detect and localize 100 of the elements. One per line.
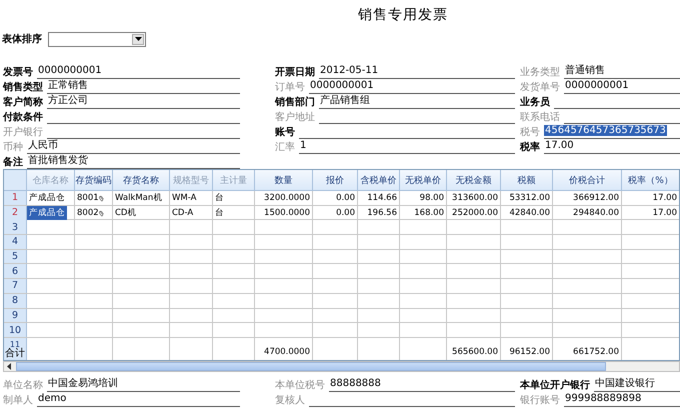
column-header: 存货编码 <box>75 170 113 190</box>
total-cell: 661752.00 <box>573 346 619 358</box>
input-field[interactable]: 0000000001 <box>309 80 515 94</box>
input-field[interactable]: 17.00 <box>544 140 680 154</box>
column-header: 存货名称 <box>113 170 170 190</box>
field-label: 单位名称 <box>3 380 43 392</box>
column-header: 无税单价 <box>400 170 447 190</box>
table-cell: CD-A <box>172 206 194 219</box>
field-label: 发货单号 <box>520 82 560 94</box>
column-header: 仓库名称 <box>27 170 75 190</box>
row-number[interactable]: 6 <box>4 264 27 278</box>
field-label: 本单位开户银行 <box>520 380 590 392</box>
row-number[interactable]: 2 <box>4 206 27 220</box>
table-cell: 3200.0000 <box>264 192 310 204</box>
column-header: 主计量 <box>213 170 255 190</box>
field-label: 制单人 <box>3 395 33 407</box>
input-field[interactable]: 中国建设银行 <box>594 378 680 392</box>
column-header: 无税金额 <box>447 170 501 190</box>
input-field[interactable]: 999988889898 <box>564 393 680 407</box>
row-number[interactable]: 3 <box>4 220 27 234</box>
table-cell: 台 <box>215 206 224 219</box>
field-label: 业务类型 <box>520 67 560 79</box>
input-field[interactable]: 0000000001 <box>564 80 680 94</box>
input-field[interactable]: 中国金易鸿培训 <box>47 378 240 392</box>
input-field[interactable]: 1 <box>299 140 515 154</box>
input-field[interactable]: 产品销售组 <box>319 95 515 109</box>
table-cell: 196.56 <box>367 206 397 219</box>
field-label: 联系电话 <box>520 112 560 124</box>
sort-label: 表体排序 <box>2 32 42 46</box>
column-header: 数量 <box>255 170 313 190</box>
field-label: 客户地址 <box>275 112 315 124</box>
table-cell: 366912.00 <box>573 192 619 204</box>
scrollbar-thumb[interactable] <box>16 362 606 371</box>
field-label: 发票号 <box>3 67 33 79</box>
table-cell: 产成品仓 <box>29 192 65 204</box>
table-cell: 53312.00 <box>509 192 550 204</box>
input-field[interactable]: 0000000001 <box>37 65 240 79</box>
row-number[interactable]: 4 <box>4 235 27 249</box>
field-label: 备注 <box>3 157 23 169</box>
table-cell: 313600.00 <box>452 192 498 204</box>
row-number[interactable]: 7 <box>4 279 27 293</box>
row-number[interactable]: 9 <box>4 308 27 322</box>
table-cell: 114.66 <box>367 192 397 204</box>
column-header: 含税单价 <box>358 170 400 190</box>
input-field[interactable]: demo <box>37 393 240 407</box>
field-label: 税率 <box>520 142 540 154</box>
column-header: 规格型号 <box>170 170 213 190</box>
table-cell: 8002 <box>77 206 99 219</box>
input-field[interactable]: 方正公司 <box>47 95 240 109</box>
field-label: 客户简称 <box>3 97 43 109</box>
table-cell: 252000.00 <box>452 206 498 219</box>
table-cell: CD机 <box>115 206 136 219</box>
field-label: 付款条件 <box>3 112 43 124</box>
input-field[interactable]: 普通销售 <box>564 65 680 79</box>
table-cell: 294840.00 <box>573 206 619 219</box>
field-label: 订单号 <box>275 82 305 94</box>
column-header: 报价 <box>313 170 358 190</box>
table-cell: 产成品仓 <box>27 206 67 220</box>
input-field[interactable]: 人民币 <box>27 140 240 154</box>
row-number[interactable]: 5 <box>4 250 27 264</box>
table-cell: 168.00 <box>414 206 444 219</box>
table-cell: 17.00 <box>652 206 677 219</box>
field-label: 本单位税号 <box>275 380 325 392</box>
table-cell: 0.00 <box>336 206 355 219</box>
table-cell: 台 <box>215 192 224 204</box>
total-cell: 4700.0000 <box>264 346 310 358</box>
field-label: 汇率 <box>275 142 295 154</box>
row-number[interactable]: 8 <box>4 294 27 308</box>
field-label: 开票日期 <box>275 67 315 79</box>
table-cell: 0.00 <box>336 192 355 204</box>
input-field[interactable]: 88888888 <box>329 378 515 392</box>
row-number[interactable]: 1 <box>4 191 27 205</box>
table-cell: 42840.00 <box>509 206 550 219</box>
window-title: 销售专用发票 <box>358 6 448 24</box>
scroll-left-icon[interactable] <box>7 363 12 370</box>
field-label: 币种 <box>3 142 23 154</box>
table-cell: 98.00 <box>420 192 444 204</box>
input-field[interactable]: 2012-05-11 <box>319 65 515 79</box>
sort-dropdown[interactable] <box>48 32 146 46</box>
row-number[interactable]: 10 <box>4 323 27 337</box>
total-label: 合计 <box>5 348 25 359</box>
total-cell: 96152.00 <box>509 346 550 358</box>
input-field[interactable]: 正常销售 <box>47 80 240 94</box>
column-header: 价税合计 <box>553 170 622 190</box>
column-header: 税率（%） <box>622 170 679 190</box>
field-label: 复核人 <box>275 395 305 407</box>
field-label: 银行账号 <box>520 395 560 407</box>
table-cell: 8001 <box>77 192 99 204</box>
total-cell: 565600.00 <box>452 346 498 358</box>
table-cell: WalkMan机 <box>115 192 162 204</box>
field-label: 业务员 <box>520 97 550 109</box>
field-label: 账号 <box>275 127 295 139</box>
field-label: 税号 <box>520 127 540 139</box>
field-label: 销售类型 <box>3 82 43 94</box>
input-field[interactable]: 首批销售发货 <box>27 155 240 169</box>
table-cell: WM-A <box>172 192 196 204</box>
horizontal-scrollbar[interactable] <box>3 361 680 372</box>
field-label: 销售部门 <box>275 97 315 109</box>
row-number[interactable]: 11 <box>10 341 20 348</box>
column-header: 税额 <box>501 170 553 190</box>
